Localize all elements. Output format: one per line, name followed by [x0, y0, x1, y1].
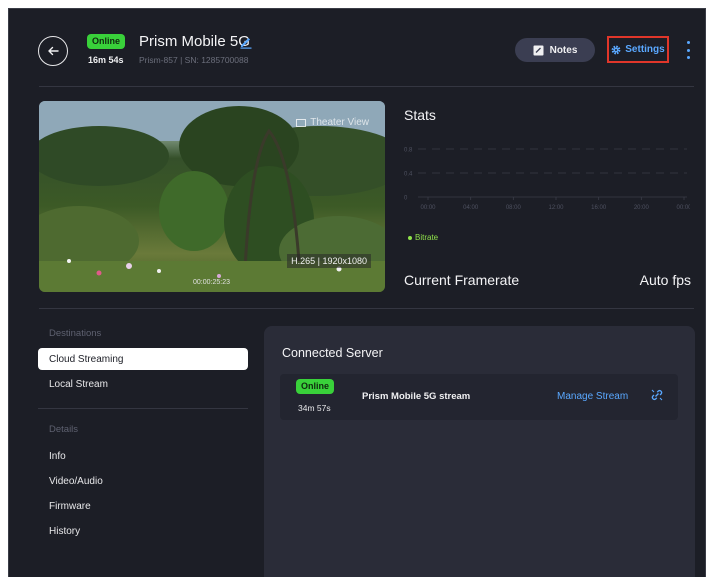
legend-dot	[408, 235, 412, 240]
notes-label: Notes	[549, 44, 578, 56]
x-tick-label: 20:00	[634, 205, 650, 211]
sidebar-item-local-stream[interactable]: Local Stream	[38, 373, 248, 395]
uptime-text: 16m 54s	[88, 55, 124, 65]
framerate-value: Auto fps	[639, 272, 691, 288]
details-heading: Details	[49, 424, 79, 435]
back-button[interactable]	[38, 36, 68, 66]
theater-label: Theater View	[310, 117, 369, 128]
server-status-badge: Online	[296, 379, 335, 394]
destinations-heading: Destinations	[49, 328, 102, 339]
connected-server-panel: Connected Server Online 34m 57s Prism Mo…	[264, 326, 695, 577]
server-row: Online 34m 57s Prism Mobile 5G stream Ma…	[280, 374, 678, 420]
app-window: Online 16m 54s Prism Mobile 5G Prism-857…	[8, 8, 706, 577]
settings-label: Settings	[625, 44, 665, 55]
theater-view-button[interactable]: Theater View	[296, 117, 369, 128]
sidebar-item-info[interactable]: Info	[38, 445, 248, 467]
stats-title: Stats	[404, 107, 436, 123]
dot	[686, 41, 690, 44]
sidebar-item-video-audio[interactable]: Video/Audio	[38, 470, 248, 492]
panel-title: Connected Server	[282, 346, 383, 360]
x-tick-label: 04:00	[463, 205, 479, 211]
y-tick-label: 0.8	[404, 148, 413, 154]
notes-button[interactable]: Notes	[515, 38, 595, 62]
x-tick-label: 16:00	[591, 205, 607, 211]
x-tick-label: 00:00	[420, 205, 436, 211]
sidebar-item-firmware[interactable]: Firmware	[38, 495, 248, 517]
chart-legend: Bitrate	[408, 233, 438, 242]
stream-name: Prism Mobile 5G stream	[362, 391, 471, 402]
video-timestamp: 00:00:25:23	[193, 279, 230, 286]
device-meta: Prism-857 | SN: 1285700088	[139, 55, 249, 65]
codec-label: H.265 | 1920x1080	[287, 254, 371, 268]
bitrate-chart: 0.8 0.4 0 00:00 04:00 08:00 12:00 16:00 20:00 00:…	[404, 148, 690, 212]
edit-pencil-icon[interactable]	[239, 35, 253, 49]
settings-button[interactable]: Settings	[607, 36, 669, 63]
sidebar-divider	[38, 408, 248, 409]
framerate-label: Current Framerate	[404, 272, 520, 288]
unlink-icon[interactable]	[650, 388, 664, 402]
sidebar-item-cloud-streaming[interactable]: Cloud Streaming	[38, 348, 248, 370]
manage-stream-link[interactable]: Manage Stream	[557, 391, 628, 402]
sidebar-item-history[interactable]: History	[38, 520, 248, 542]
x-tick-label: 12:00	[548, 205, 564, 211]
arrow-left-icon	[48, 46, 59, 56]
y-tick-label: 0.4	[404, 172, 413, 178]
device-title: Prism Mobile 5G	[139, 33, 250, 50]
y-tick-label: 0	[404, 196, 408, 202]
theater-icon	[296, 118, 307, 127]
x-tick-label: 00:00	[676, 205, 690, 211]
status-badge: Online	[87, 34, 126, 49]
header-divider	[39, 86, 694, 87]
more-options-button[interactable]	[683, 41, 693, 59]
server-uptime: 34m 57s	[298, 403, 331, 413]
legend-label: Bitrate	[415, 233, 439, 242]
video-preview[interactable]: Theater View H.265 | 1920x1080 00:00:25:…	[39, 101, 385, 292]
dot	[686, 56, 690, 59]
dot	[686, 48, 690, 52]
section-divider	[39, 308, 694, 309]
gear-icon	[611, 45, 621, 54]
notes-icon	[533, 45, 544, 55]
x-tick-label: 08:00	[506, 205, 522, 211]
